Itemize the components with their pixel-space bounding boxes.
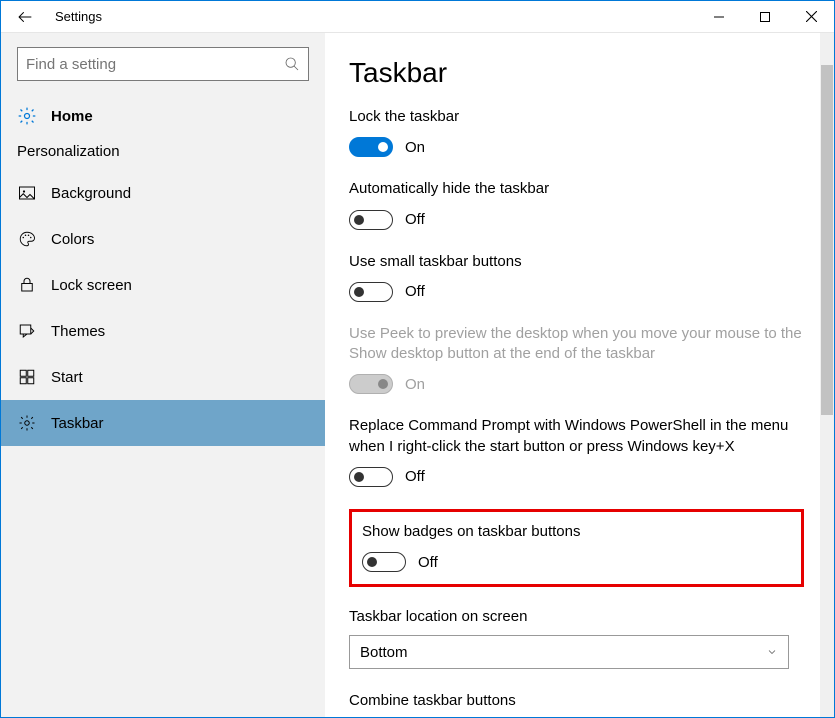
sidebar-item-label: Taskbar (51, 415, 104, 432)
close-button[interactable] (788, 1, 834, 33)
palette-icon (17, 230, 37, 248)
sidebar-home-label: Home (51, 108, 93, 125)
sidebar: Home Personalization Background Colors (1, 33, 325, 717)
sidebar-item-label: Colors (51, 231, 94, 248)
toggle-state: Off (418, 554, 438, 571)
maximize-icon (760, 12, 770, 22)
toggle-state: Off (405, 211, 425, 228)
search-icon (284, 56, 300, 72)
toggle-knob (378, 142, 388, 152)
sidebar-item-background[interactable]: Background (1, 170, 325, 216)
toggle-knob (354, 287, 364, 297)
setting-autohide: Automatically hide the taskbar Off (349, 179, 804, 229)
setting-label: Replace Command Prompt with Windows Powe… (349, 416, 804, 457)
back-button[interactable] (1, 8, 49, 26)
minimize-icon (714, 12, 724, 22)
scrollbar[interactable] (820, 33, 834, 717)
search-input[interactable] (26, 56, 284, 73)
toggle-badges[interactable] (362, 552, 406, 572)
sidebar-item-label: Lock screen (51, 277, 132, 294)
minimize-button[interactable] (696, 1, 742, 33)
sidebar-item-start[interactable]: Start (1, 354, 325, 400)
setting-badges: Show badges on taskbar buttons Off (362, 522, 791, 572)
window-controls (696, 1, 834, 33)
settings-window: Settings Ho (0, 0, 835, 718)
toggle-knob (367, 557, 377, 567)
sidebar-item-label: Background (51, 185, 131, 202)
setting-small-buttons: Use small taskbar buttons Off (349, 252, 804, 302)
select-value: Bottom (360, 644, 408, 661)
sidebar-home[interactable]: Home (1, 95, 325, 137)
toggle-autohide[interactable] (349, 210, 393, 230)
toggle-state: Off (405, 283, 425, 300)
toggle-small-buttons[interactable] (349, 282, 393, 302)
gear-icon (17, 106, 37, 126)
gear-outline-icon (17, 414, 37, 432)
highlighted-setting: Show badges on taskbar buttons Off (349, 509, 804, 587)
window-body: Home Personalization Background Colors (1, 33, 834, 717)
toggle-state: On (405, 376, 425, 393)
toggle-knob (354, 215, 364, 225)
toggle-peek (349, 374, 393, 394)
window-title: Settings (49, 9, 696, 24)
close-icon (806, 11, 817, 22)
setting-label: Use Peek to preview the desktop when you… (349, 324, 804, 365)
maximize-button[interactable] (742, 1, 788, 33)
setting-label: Taskbar location on screen (349, 607, 804, 627)
titlebar: Settings (1, 1, 834, 33)
search-box[interactable] (17, 47, 309, 81)
sidebar-item-taskbar[interactable]: Taskbar (1, 400, 325, 446)
picture-icon (17, 184, 37, 202)
setting-combine: Combine taskbar buttons Always, hide lab… (349, 691, 804, 717)
setting-label: Use small taskbar buttons (349, 252, 804, 272)
sidebar-item-themes[interactable]: Themes (1, 308, 325, 354)
toggle-knob (378, 379, 388, 389)
sidebar-category: Personalization (1, 137, 325, 170)
setting-label: Combine taskbar buttons (349, 691, 804, 711)
sidebar-item-label: Themes (51, 323, 105, 340)
lock-icon (17, 276, 37, 294)
start-icon (17, 368, 37, 386)
scrollbar-thumb[interactable] (821, 65, 833, 415)
arrow-left-icon (16, 8, 34, 26)
select-location[interactable]: Bottom (349, 635, 789, 669)
setting-label: Lock the taskbar (349, 107, 804, 127)
toggle-powershell[interactable] (349, 467, 393, 487)
setting-location: Taskbar location on screen Bottom (349, 607, 804, 669)
setting-label: Automatically hide the taskbar (349, 179, 804, 199)
sidebar-item-label: Start (51, 369, 83, 386)
setting-lock-taskbar: Lock the taskbar On (349, 107, 804, 157)
chevron-down-icon (766, 646, 778, 658)
sidebar-item-colors[interactable]: Colors (1, 216, 325, 262)
setting-peek: Use Peek to preview the desktop when you… (349, 324, 804, 395)
toggle-state: On (405, 139, 425, 156)
content-scroll[interactable]: Taskbar Lock the taskbar On Automaticall… (325, 33, 834, 717)
page-title: Taskbar (349, 57, 804, 89)
toggle-state: Off (405, 468, 425, 485)
toggle-knob (354, 472, 364, 482)
setting-powershell: Replace Command Prompt with Windows Powe… (349, 416, 804, 487)
setting-label: Show badges on taskbar buttons (362, 522, 791, 542)
content-pane: Taskbar Lock the taskbar On Automaticall… (325, 33, 834, 717)
sidebar-item-lock-screen[interactable]: Lock screen (1, 262, 325, 308)
toggle-lock-taskbar[interactable] (349, 137, 393, 157)
themes-icon (17, 322, 37, 340)
